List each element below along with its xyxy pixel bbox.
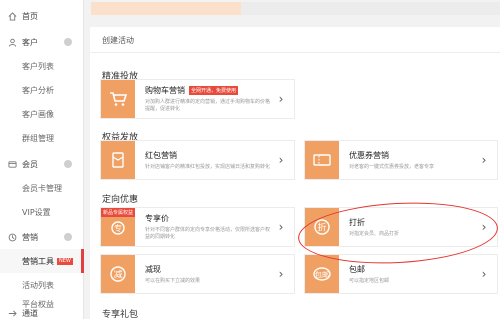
- sidebar-item-vip-settings[interactable]: VIP设置: [0, 200, 84, 224]
- sidebar-item-label: 客户列表: [22, 61, 54, 71]
- card-desc: 对老客的一键式优惠券投放，老客专享: [349, 163, 435, 170]
- new-rights-tag: 新品专属权益: [101, 208, 136, 217]
- chevron-right-icon: ›: [278, 153, 284, 167]
- sidebar-item-customer-list[interactable]: 客户列表: [0, 54, 84, 78]
- card-reduce-cash[interactable]: 减 减现 可以在购买下立减的效果 ›: [100, 254, 295, 294]
- sidebar-item-label: 群组管理: [22, 133, 54, 143]
- card-title: 购物车营销: [145, 86, 185, 95]
- reduce-icon: 减: [101, 255, 135, 293]
- card-title: 优惠券营销: [349, 150, 389, 160]
- expand-dot-icon[interactable]: [64, 160, 72, 168]
- svg-text:专: 专: [114, 223, 122, 233]
- card-redpacket-marketing[interactable]: 红包营销 针对店铺客户的精准红包投放，实现店铺日活和复购转化 ›: [100, 140, 295, 180]
- card-free-shipping[interactable]: 包邮 包邮 可以指定地区包邮 ›: [304, 254, 498, 294]
- sidebar-group-member[interactable]: 会员: [0, 152, 84, 176]
- main-panel: 创建活动 精准投放 购物车营销 全网开通，免费使用 对加购人群进行精准的定向营销，…: [90, 27, 500, 319]
- card-title: 专享价: [145, 214, 169, 223]
- divider: [90, 52, 500, 53]
- top-banner: [91, 2, 500, 15]
- sidebar-item-member-card[interactable]: 会员卡管理: [0, 176, 84, 200]
- card-desc: 对指定会员、商品打折: [349, 230, 400, 237]
- card-title: 打折: [349, 217, 365, 227]
- sidebar-item-label: 营销工具: [22, 256, 54, 266]
- card-desc: 针对店铺客户的精准红包投放，实现店铺日活和复购转化: [145, 163, 271, 170]
- sidebar-item-label: 客户画像: [22, 109, 54, 119]
- chevron-right-icon: ›: [481, 220, 487, 234]
- sidebar-item-label: 会员卡管理: [22, 183, 62, 193]
- sidebar-group-customer[interactable]: 客户: [0, 30, 84, 54]
- new-badge: NEW: [57, 257, 73, 265]
- red-packet-icon: [101, 141, 135, 179]
- svg-text:减: 减: [113, 269, 122, 281]
- exclusive-icon: 新品专属权益 专: [101, 208, 136, 246]
- sidebar-item-label: VIP设置: [22, 207, 51, 217]
- channel-icon: [8, 309, 17, 318]
- user-icon: [8, 38, 17, 47]
- sidebar-item-customer-analysis[interactable]: 客户分析: [0, 78, 84, 102]
- chevron-right-icon: ›: [481, 267, 487, 281]
- card-desc: 针对不同客户群体的定向专享价格活动，仅限所选客户权益的同期转化: [145, 227, 271, 240]
- top-banner-highlight: [91, 2, 241, 15]
- home-icon: [8, 11, 17, 21]
- card-cart-marketing[interactable]: 购物车营销 全网开通，免费使用 对加购人群进行精准的定向营销，通过手淘购物车的价格…: [100, 79, 295, 119]
- card-title: 减现: [145, 264, 161, 274]
- svg-text:折: 折: [317, 222, 326, 234]
- shipping-icon: 包邮: [305, 255, 339, 293]
- sidebar-item-home[interactable]: 首页: [0, 4, 84, 28]
- sidebar-item-label: 客户分析: [22, 85, 54, 95]
- chevron-right-icon: ›: [481, 153, 487, 167]
- svg-text:包邮: 包邮: [315, 270, 329, 279]
- chevron-right-icon: ›: [278, 92, 284, 106]
- card-desc: 对加购人群进行精准的定向营销，通过手淘购物车的价格提醒，促进转化: [145, 99, 271, 112]
- sidebar-item-group-manage[interactable]: 群组管理: [0, 126, 84, 150]
- cart-icon: [101, 80, 135, 118]
- member-card-icon: [8, 160, 17, 169]
- coupon-icon: [305, 141, 339, 179]
- card-desc: 可以指定地区包邮: [349, 277, 390, 284]
- chevron-right-icon: ›: [278, 220, 284, 234]
- sidebar-group-label: 客户: [22, 37, 38, 47]
- discount-icon: 折: [305, 208, 339, 246]
- sidebar-group-label: 营销: [22, 232, 38, 242]
- card-coupon-marketing[interactable]: 优惠券营销 对老客的一键式优惠券投放，老客专享 ›: [304, 140, 498, 180]
- section-title-exclusive: 专享礼包: [102, 310, 139, 319]
- card-discount[interactable]: 折 打折 对指定会员、商品打折 ›: [304, 207, 498, 247]
- section-title-directed: 定向优惠: [102, 195, 139, 205]
- sidebar-item-label: 首页: [22, 11, 38, 21]
- free-tag: 全网开通，免费使用: [189, 86, 239, 95]
- card-desc: 可以在购买下立减的效果: [145, 277, 201, 284]
- sidebar-group-label: 会员: [22, 159, 38, 169]
- breadcrumb: 创建活动: [102, 36, 134, 45]
- chevron-right-icon: ›: [278, 267, 284, 281]
- expand-dot-icon[interactable]: [64, 38, 72, 46]
- sidebar-item-label: 活动列表: [22, 280, 54, 290]
- sidebar: 首页 客户 客户列表 客户分析 客户画像 群组管理 会员 会员卡管理 VIP设置…: [0, 0, 84, 319]
- sidebar-group-marketing[interactable]: 营销: [0, 225, 84, 249]
- card-exclusive-price[interactable]: 新品专属权益 专 专享价 针对不同客户群体的定向专享价格活动，仅限所选客户权益的…: [100, 207, 295, 247]
- sidebar-group-label: 通道: [22, 308, 38, 318]
- marketing-icon: [8, 233, 17, 242]
- expand-dot-icon[interactable]: [64, 233, 72, 241]
- card-title: 包邮: [349, 264, 365, 274]
- sidebar-group-channel[interactable]: 通道: [0, 307, 84, 319]
- card-title: 红包营销: [145, 150, 177, 160]
- sidebar-item-marketing-tools[interactable]: 营销工具 NEW: [0, 249, 84, 273]
- sidebar-item-customer-portrait[interactable]: 客户画像: [0, 102, 84, 126]
